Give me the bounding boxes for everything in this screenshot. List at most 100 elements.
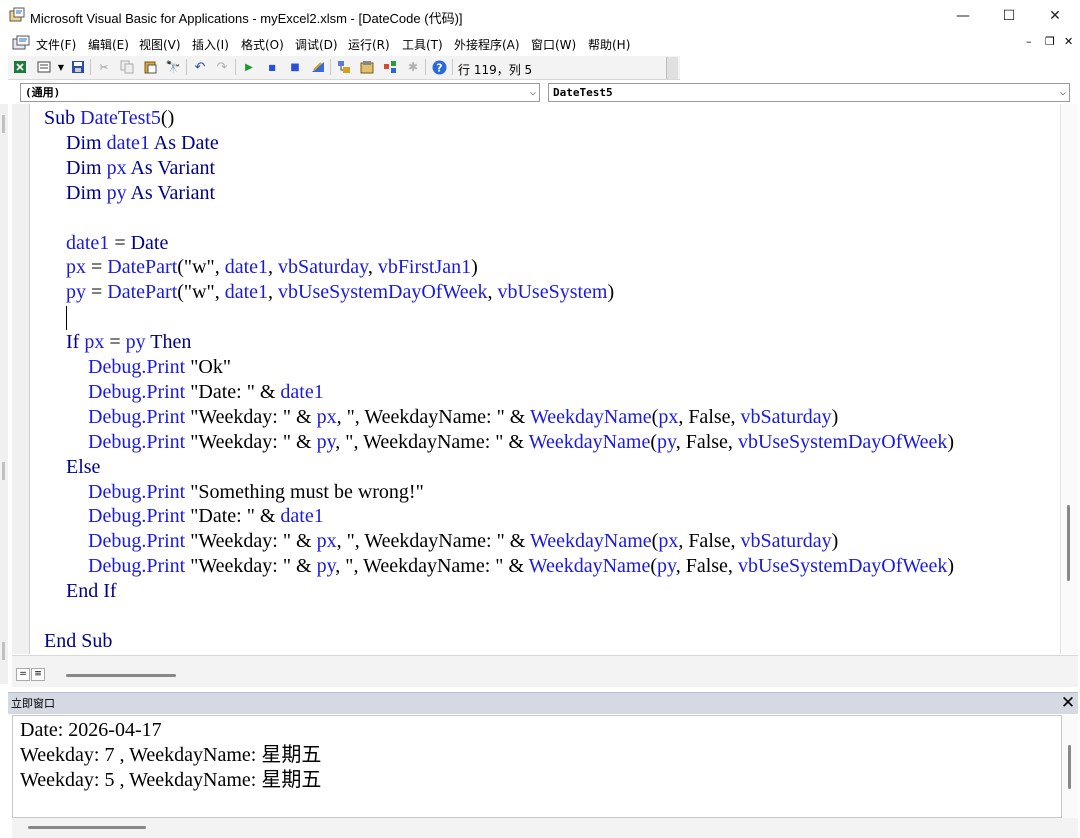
splitter-tick	[2, 462, 5, 480]
code-text: ("w",	[177, 256, 225, 279]
code-line: Else	[66, 455, 100, 480]
toolbar-options-button[interactable]	[666, 57, 678, 79]
menu-view[interactable]: 视图(V)	[139, 36, 181, 53]
code-keyword: As Date	[149, 131, 219, 154]
copy-icon[interactable]	[119, 59, 135, 75]
maximize-icon: ☐	[1002, 8, 1016, 24]
save-icon[interactable]	[70, 59, 86, 75]
find-icon[interactable]: 🔭	[165, 59, 181, 75]
code-keyword: Else	[66, 455, 101, 478]
cut-icon[interactable]: ✂	[96, 59, 112, 75]
toolbar-separator	[330, 59, 331, 75]
splitter-tick	[2, 115, 5, 133]
minimize-button[interactable]: —	[940, 0, 986, 32]
code-identifier: px	[316, 530, 337, 553]
chevron-down-icon: ⌵	[529, 87, 536, 98]
design-mode-icon[interactable]	[310, 59, 326, 75]
code-identifier: py	[125, 331, 146, 354]
menu-format[interactable]: 格式(O)	[241, 36, 284, 53]
run-icon[interactable]: ▶	[241, 59, 257, 75]
maximize-button[interactable]: ☐	[986, 0, 1032, 32]
properties-icon[interactable]	[359, 59, 375, 75]
code-text: ,	[487, 281, 498, 304]
code-text: )	[831, 530, 839, 553]
code-identifier: px	[658, 530, 679, 553]
margin-indicator-bar[interactable]	[12, 104, 30, 654]
code-identifier: DatePart	[107, 281, 178, 304]
code-vertical-scroll-thumb[interactable]	[1067, 505, 1070, 581]
menu-window[interactable]: 窗口(W)	[531, 36, 576, 53]
dropdown-arrow-icon[interactable]: ▼	[53, 59, 69, 75]
menu-debug[interactable]: 调试(D)	[295, 36, 338, 53]
code-horizontal-scroll-thumb[interactable]	[66, 674, 176, 677]
immediate-vertical-scroll-thumb[interactable]	[1068, 745, 1071, 789]
code-line: Debug.Print "Weekday: " & py, ", Weekday…	[88, 554, 954, 579]
code-keyword: Dim	[66, 156, 107, 179]
code-identifier: vbSaturday	[740, 530, 832, 553]
code-text: , ", WeekdayName: " &	[335, 430, 529, 453]
immediate-output-line: Weekday: 7 , WeekdayName: 星期五	[20, 744, 322, 766]
code-keyword: As Variant	[126, 156, 216, 179]
menu-insert[interactable]: 插入(I)	[192, 36, 229, 53]
procedure-combo-value: DateTest5	[553, 86, 613, 99]
code-identifier: Debug.Print	[88, 405, 186, 428]
code-text: , ", WeekdayName: " &	[335, 555, 529, 578]
code-text: (	[650, 430, 658, 453]
code-identifier: py	[66, 281, 86, 304]
object-combo[interactable]: (通用) ⌵	[20, 83, 540, 102]
procedure-view-button[interactable]: =	[16, 668, 30, 681]
code-identifier: vbSaturday	[740, 405, 832, 428]
code-identifier: WeekdayName	[529, 405, 652, 428]
code-identifier: px	[84, 331, 105, 354]
immediate-close-button[interactable]: ✕	[1058, 692, 1078, 714]
code-identifier: py	[106, 181, 127, 204]
close-button[interactable]: ✕	[1032, 0, 1078, 32]
code-identifier: Debug.Print	[88, 480, 186, 503]
code-keyword: Sub	[44, 107, 81, 129]
code-line: Debug.Print "Weekday: " & px, ", Weekday…	[88, 405, 838, 430]
paste-icon[interactable]	[142, 59, 158, 75]
menu-run[interactable]: 运行(R)	[348, 36, 390, 53]
toolbox-icon[interactable]: ✱	[405, 59, 421, 75]
code-horizontal-scrollbar[interactable]	[12, 655, 1078, 687]
full-module-view-button[interactable]: ≡	[31, 668, 45, 681]
code-identifier: px	[106, 156, 127, 179]
help-icon[interactable]: ?	[431, 59, 447, 75]
code-text: , False,	[675, 555, 738, 578]
code-line: Dim py As Variant	[66, 181, 215, 206]
toolbar-separator	[425, 59, 426, 75]
mdi-restore-button[interactable]: ❐	[1045, 35, 1055, 48]
mdi-close-button[interactable]: ✕	[1064, 35, 1073, 48]
splitter-tick	[2, 642, 5, 660]
code-text: =	[109, 231, 131, 254]
code-identifier: date1	[280, 380, 324, 403]
mdi-minimize-button[interactable]: –	[1026, 35, 1032, 48]
code-identifier: py	[316, 555, 336, 578]
code-identifier: px	[316, 405, 337, 428]
menu-help[interactable]: 帮助(H)	[588, 36, 630, 53]
code-text: )	[947, 430, 955, 453]
code-text: "Something must be wrong!"	[185, 480, 424, 503]
object-combo-value: (通用)	[25, 86, 61, 99]
code-line: End If	[66, 579, 117, 604]
immediate-horizontal-scrollbar[interactable]	[12, 818, 1078, 838]
code-line: Debug.Print "Ok"	[88, 355, 231, 380]
undo-icon[interactable]: ↶	[192, 59, 208, 75]
immediate-horizontal-scroll-thumb[interactable]	[28, 826, 146, 829]
code-identifier: py	[316, 430, 336, 453]
reset-icon[interactable]: ■	[287, 59, 303, 75]
menu-file[interactable]: 文件(F)	[36, 36, 76, 53]
immediate-output-line: Date: 2026-04-17	[20, 719, 162, 741]
project-explorer-icon[interactable]	[336, 59, 352, 75]
menu-addins[interactable]: 外接程序(A)	[454, 36, 520, 53]
redo-icon[interactable]: ↷	[214, 59, 230, 75]
insert-module-icon[interactable]	[36, 59, 52, 75]
procedure-combo[interactable]: DateTest5 ⌵	[548, 83, 1070, 102]
menu-tools[interactable]: 工具(T)	[402, 36, 443, 53]
object-browser-icon[interactable]	[382, 59, 398, 75]
code-line: py = DatePart("w", date1, vbUseSystemDay…	[66, 280, 614, 305]
excel-icon[interactable]	[12, 59, 28, 75]
code-text: ()	[160, 107, 175, 129]
menu-edit[interactable]: 编辑(E)	[88, 36, 129, 53]
break-icon[interactable]: ■	[264, 59, 280, 75]
